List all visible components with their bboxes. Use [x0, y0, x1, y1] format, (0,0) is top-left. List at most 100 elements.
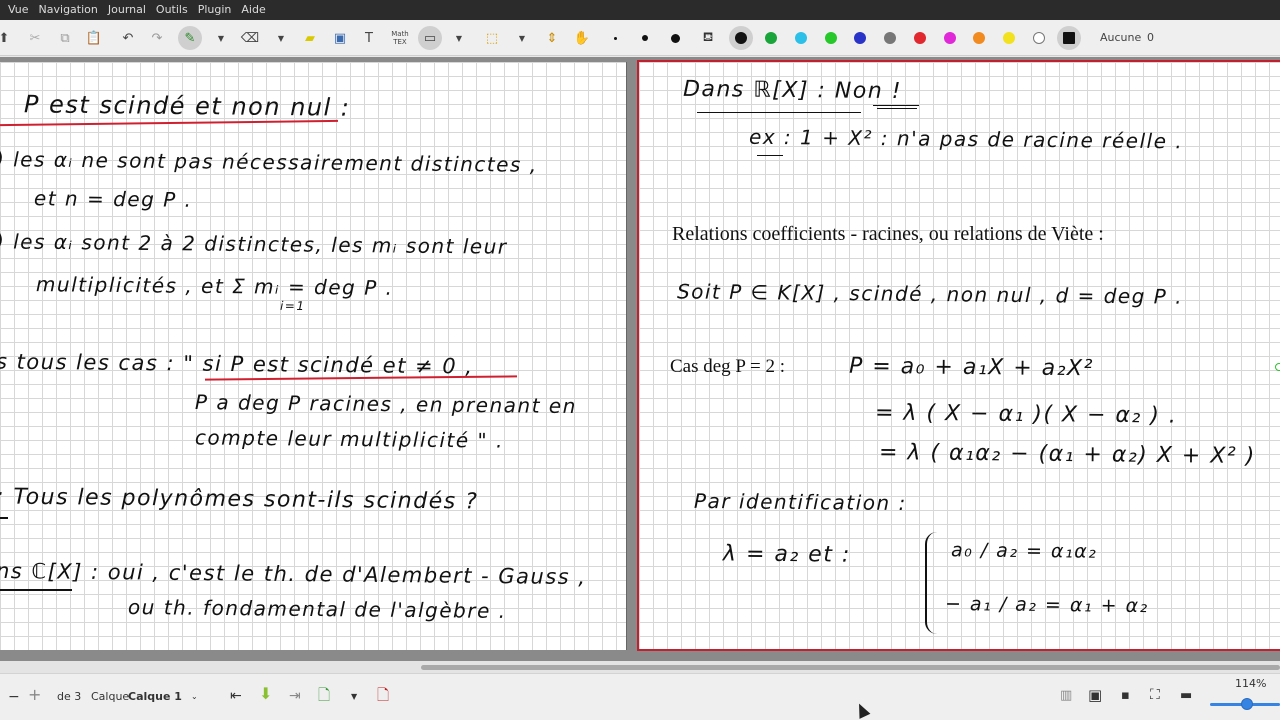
hw-line: ) les αᵢ ne sont pas nécessairement dist… — [0, 147, 538, 177]
color-magenta[interactable] — [941, 29, 959, 47]
eraser-dropdown-icon[interactable]: ▼ — [276, 26, 286, 50]
color-lightgreen[interactable] — [822, 29, 840, 47]
hw-header: Dans ℝ[X] : Non ! — [682, 76, 903, 105]
canvas-area[interactable]: P est scindé et non nul : ) les αᵢ ne so… — [0, 57, 1280, 661]
underline — [877, 108, 917, 109]
underline — [873, 105, 919, 106]
fill-icon[interactable]: ⛾ — [696, 26, 720, 50]
color-black-selected[interactable] — [729, 26, 753, 50]
shape-recognizer-icon[interactable]: ▭ — [418, 26, 442, 50]
hw-lambda: λ = a₂ et : — [722, 541, 851, 568]
color-custom[interactable] — [1057, 26, 1081, 50]
select-rect-icon[interactable]: ⬚ — [480, 26, 504, 50]
undo-icon[interactable]: ↶ — [116, 26, 140, 50]
redo-icon[interactable]: ↷ — [145, 26, 169, 50]
hw-line: ) les αᵢ sont 2 à 2 distinctes, les mᵢ s… — [0, 229, 508, 259]
hw-eq: = λ ( X − α₁ )( X − α₂ ) . — [874, 400, 1178, 429]
thin-line-icon[interactable] — [603, 26, 627, 50]
hw-line: s tous les cas : " si P est scindé et ≠ … — [0, 349, 474, 379]
add-page-icon[interactable]: 🗋 — [318, 687, 330, 703]
text-tool-icon[interactable]: T — [357, 26, 381, 50]
hw-eq: = λ ( α₁α₂ − (α₁ + α₂) X + X² ) — [878, 440, 1256, 469]
hw-line: ns ℂ[X] : oui , c'est le th. de d'Alembe… — [0, 558, 587, 590]
menu-bar: Vue Navigation Journal Outils Plugin Aid… — [0, 0, 1280, 20]
menu-aide[interactable]: Aide — [236, 0, 270, 20]
cursor-dot-icon — [1275, 363, 1280, 371]
color-yellow[interactable] — [1000, 29, 1018, 47]
zoom-slider-handle[interactable] — [1241, 698, 1253, 710]
hw-line: ou th. fondamental de l'algèbre . — [127, 595, 507, 623]
color-orange[interactable] — [970, 29, 988, 47]
hw-line: compte leur multiplicité " . — [194, 425, 505, 453]
page-left[interactable]: P est scindé et non nul : ) les αᵢ ne so… — [0, 62, 627, 650]
minus-icon[interactable]: − — [8, 689, 20, 705]
fullscreen-icon[interactable]: ⛶ — [1150, 687, 1160, 703]
underline — [757, 155, 783, 156]
hw-eq: P = a₀ + a₁X + a₂X² — [848, 353, 1095, 382]
delete-page-icon[interactable]: 🗋 — [377, 687, 389, 703]
hw-sys: − a₁ / a₂ = α₁ + α₂ — [944, 592, 1149, 618]
eraser-icon[interactable]: ⌫ — [238, 26, 262, 50]
medium-line-icon[interactable] — [633, 26, 657, 50]
page-right[interactable]: Dans ℝ[X] : Non ! ex : 1 + X² : n'a pas … — [637, 60, 1280, 651]
cas-label: Cas deg P = 2 : — [670, 356, 786, 377]
layer-previous-icon[interactable]: ⇤ — [230, 688, 242, 704]
thick-line-icon[interactable] — [663, 26, 687, 50]
layer-next-icon[interactable]: ⇥ — [289, 688, 301, 704]
menu-plugin[interactable]: Plugin — [193, 0, 237, 20]
system-brace — [925, 532, 939, 634]
hw-sys: a₀ / a₂ = α₁α₂ — [950, 539, 1098, 563]
color-green[interactable] — [762, 29, 780, 47]
select-dropdown-icon[interactable]: ▼ — [517, 26, 527, 50]
color-cyan[interactable] — [792, 29, 810, 47]
underline — [0, 517, 8, 519]
layer-down-icon[interactable]: ⬇ — [259, 686, 272, 702]
vertical-space-icon[interactable]: ⇕ — [540, 26, 564, 50]
relations-title: Relations coefficients - racines, ou rel… — [672, 223, 1104, 245]
zoom-level: 114% — [1235, 677, 1267, 690]
color-gray[interactable] — [881, 29, 899, 47]
hw-ident: Par identification : — [693, 488, 907, 516]
scrollbar-thumb[interactable] — [421, 665, 1280, 670]
layer-select[interactable]: Calque 1 — [128, 689, 182, 705]
hw-soit: Soit P ∈ K[X] , scindé , non nul , d = d… — [676, 279, 1184, 309]
highlighter-icon[interactable]: ▰ — [298, 26, 322, 50]
horizontal-scrollbar[interactable] — [0, 661, 1280, 673]
copy-icon[interactable]: ⧉ — [53, 26, 77, 50]
layer-dropdown-icon[interactable]: ⌄ — [191, 689, 198, 705]
add-page-dropdown-icon[interactable]: ▼ — [351, 689, 357, 705]
pen-dropdown-icon[interactable]: ▼ — [216, 26, 226, 50]
calque-label: Calque — [91, 690, 130, 703]
paste-icon[interactable]: 📋 — [82, 26, 106, 50]
image-icon[interactable]: ▣ — [328, 26, 352, 50]
color-blue[interactable] — [851, 29, 869, 47]
hw-line: i=1 — [279, 298, 306, 314]
fill-count-label: 0 — [1147, 31, 1154, 44]
export-icon[interactable]: ⬆ — [0, 26, 16, 50]
menu-outils[interactable]: Outils — [151, 0, 193, 20]
color-swatch — [735, 32, 747, 44]
status-bar: − + de 3 Calque Calque 1 ⌄ ⇤ ⬇ ⇥ 🗋 ▼ 🗋 ▥… — [0, 673, 1280, 720]
hw-example: ex : 1 + X² : n'a pas de racine réelle . — [748, 124, 1184, 154]
hw-line: : Tous les polynômes sont-ils scindés ? — [0, 484, 479, 515]
menu-navigation[interactable]: Navigation — [34, 0, 103, 20]
color-white[interactable] — [1030, 29, 1048, 47]
hw-line: P a deg P racines , en prenant en — [194, 390, 577, 418]
toolbar: ⬆ ✂ ⧉ 📋 ↶ ↷ ✎ ▼ ⌫ ▼ ▰ ▣ T Math TEX ▭ ▼ ⬚… — [0, 20, 1280, 56]
fill-mode-label[interactable]: Aucune — [1100, 26, 1141, 50]
two-pages-icon[interactable]: ▥ — [1060, 688, 1072, 704]
menu-journal[interactable]: Journal — [103, 0, 151, 20]
hand-tool-icon[interactable]: ✋ — [570, 26, 594, 50]
hw-line: P est scindé et non nul : — [23, 90, 351, 122]
color-red[interactable] — [911, 29, 929, 47]
plus-icon[interactable]: + — [28, 687, 41, 703]
underline — [0, 589, 72, 591]
math-tex-icon[interactable]: Math TEX — [388, 26, 412, 50]
cut-icon[interactable]: ✂ — [23, 26, 47, 50]
presentation-icon[interactable]: ▣ — [1088, 687, 1102, 703]
pen-tool-icon[interactable]: ✎ — [178, 26, 202, 50]
menu-vue[interactable]: Vue — [0, 0, 34, 20]
fit-width-icon[interactable]: ▪ — [1121, 688, 1130, 704]
shape-dropdown-icon[interactable]: ▼ — [454, 26, 464, 50]
fit-page-icon[interactable]: ▬ — [1180, 688, 1192, 704]
